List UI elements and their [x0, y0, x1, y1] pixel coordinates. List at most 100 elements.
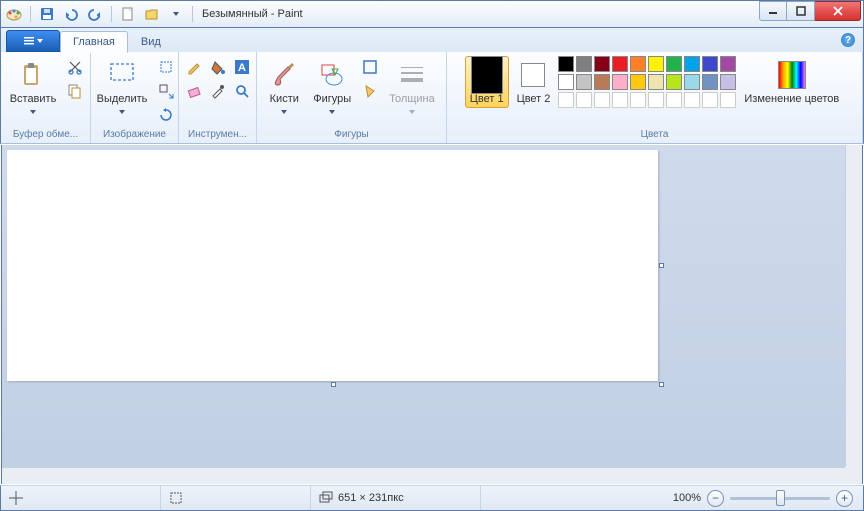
- text-tool[interactable]: A: [231, 56, 253, 78]
- fill-shape-button[interactable]: [359, 80, 381, 102]
- svg-text:A: A: [238, 62, 246, 74]
- color-swatch[interactable]: [666, 56, 682, 72]
- undo-button[interactable]: [60, 4, 82, 24]
- zoom-in-button[interactable]: +: [836, 490, 853, 507]
- selection-size: [161, 486, 311, 510]
- color-swatch-empty[interactable]: [576, 92, 592, 108]
- color-swatch[interactable]: [720, 56, 736, 72]
- picker-tool[interactable]: [207, 80, 229, 102]
- group-label: Инструмен...: [185, 127, 250, 142]
- help-icon[interactable]: ?: [841, 33, 855, 47]
- separator: [30, 6, 31, 22]
- scrollbar-corner: [845, 467, 862, 484]
- resize-handle-s[interactable]: [331, 382, 336, 387]
- new-button[interactable]: [117, 4, 139, 24]
- window-controls: [759, 1, 861, 21]
- zoom-out-button[interactable]: −: [707, 490, 724, 507]
- color-swatch[interactable]: [666, 74, 682, 90]
- tab-home[interactable]: Главная: [60, 31, 128, 53]
- group-shapes: Кисти Фигуры Толщина Фигуры: [257, 52, 447, 143]
- color-swatch-empty[interactable]: [684, 92, 700, 108]
- scrollbar-vertical[interactable]: [845, 145, 862, 467]
- minimize-button[interactable]: [759, 1, 787, 21]
- rotate-button[interactable]: [155, 104, 177, 126]
- redo-button[interactable]: [84, 4, 106, 24]
- shapes-button[interactable]: Фигуры: [308, 56, 356, 120]
- crop-button[interactable]: [155, 56, 177, 78]
- color-swatch-empty[interactable]: [666, 92, 682, 108]
- color-swatch[interactable]: [594, 56, 610, 72]
- color-swatch-empty[interactable]: [594, 92, 610, 108]
- cut-button[interactable]: [64, 56, 86, 78]
- fill-tool[interactable]: [207, 56, 229, 78]
- cursor-position: [1, 486, 161, 510]
- copy-button[interactable]: [64, 80, 86, 102]
- separator: [111, 6, 112, 22]
- save-button[interactable]: [36, 4, 58, 24]
- separator: [192, 6, 193, 22]
- color-swatch[interactable]: [558, 56, 574, 72]
- outline-button[interactable]: [359, 56, 381, 78]
- close-button[interactable]: [815, 1, 861, 21]
- group-label: Фигуры: [263, 127, 440, 142]
- qat-dropdown[interactable]: [165, 4, 187, 24]
- thickness-button: Толщина: [384, 56, 440, 120]
- zoom-level: 100%: [673, 492, 701, 504]
- window-title: Безымянный - Paint: [202, 8, 303, 20]
- group-label: Цвета: [453, 127, 856, 142]
- quick-access-toolbar: [34, 4, 189, 24]
- zoom-thumb[interactable]: [776, 490, 785, 506]
- canvas[interactable]: [7, 150, 658, 381]
- color-swatch[interactable]: [684, 56, 700, 72]
- color-swatch[interactable]: [648, 56, 664, 72]
- color-swatch-empty[interactable]: [630, 92, 646, 108]
- resize-handle-e[interactable]: [659, 263, 664, 268]
- resize-handle-se[interactable]: [659, 382, 664, 387]
- eraser-tool[interactable]: [183, 80, 205, 102]
- pencil-tool[interactable]: [183, 56, 205, 78]
- color-swatch[interactable]: [612, 74, 628, 90]
- color-swatch[interactable]: [594, 74, 610, 90]
- resize-button[interactable]: [155, 80, 177, 102]
- color-swatch-empty[interactable]: [720, 92, 736, 108]
- crosshair-icon: [9, 491, 23, 505]
- color-swatch-empty[interactable]: [612, 92, 628, 108]
- color-swatch[interactable]: [630, 74, 646, 90]
- scrollbar-horizontal[interactable]: [2, 467, 845, 484]
- file-menu[interactable]: [6, 30, 60, 52]
- open-button[interactable]: [141, 4, 163, 24]
- tab-view[interactable]: Вид: [128, 30, 174, 52]
- color-swatch[interactable]: [558, 74, 574, 90]
- color2-button[interactable]: Цвет 2: [512, 56, 556, 108]
- color-swatch[interactable]: [630, 56, 646, 72]
- color-swatch[interactable]: [576, 74, 592, 90]
- color-swatch[interactable]: [702, 56, 718, 72]
- app-icon: [5, 5, 23, 23]
- color-swatch[interactable]: [684, 74, 700, 90]
- ribbon: Вставить Буфер обме... Выделить Изображе…: [0, 52, 864, 144]
- brushes-button[interactable]: Кисти: [263, 56, 305, 120]
- color-swatch[interactable]: [648, 74, 664, 90]
- color-palette: [558, 56, 736, 108]
- edit-colors-button[interactable]: Изменение цветов: [739, 56, 844, 108]
- status-bar: 651 × 231пкс 100% − +: [0, 485, 864, 511]
- paste-button[interactable]: Вставить: [5, 56, 62, 120]
- color-swatch[interactable]: [702, 74, 718, 90]
- select-button[interactable]: Выделить: [92, 56, 153, 120]
- group-clipboard: Вставить Буфер обме...: [1, 52, 91, 143]
- color-swatch[interactable]: [720, 74, 736, 90]
- zoom-controls: 100% − +: [663, 490, 863, 507]
- color-swatch-empty[interactable]: [648, 92, 664, 108]
- selection-icon: [169, 491, 183, 505]
- color-swatch[interactable]: [576, 56, 592, 72]
- group-label: Буфер обме...: [7, 127, 84, 142]
- group-colors: Цвет 1 Цвет 2 Изменение цветов Цвета: [447, 52, 863, 143]
- group-tools: A Инструмен...: [179, 52, 257, 143]
- color-swatch-empty[interactable]: [702, 92, 718, 108]
- maximize-button[interactable]: [787, 1, 815, 21]
- color-swatch-empty[interactable]: [558, 92, 574, 108]
- zoom-slider[interactable]: [730, 497, 830, 500]
- magnifier-tool[interactable]: [231, 80, 253, 102]
- color1-button[interactable]: Цвет 1: [465, 56, 509, 108]
- color-swatch[interactable]: [612, 56, 628, 72]
